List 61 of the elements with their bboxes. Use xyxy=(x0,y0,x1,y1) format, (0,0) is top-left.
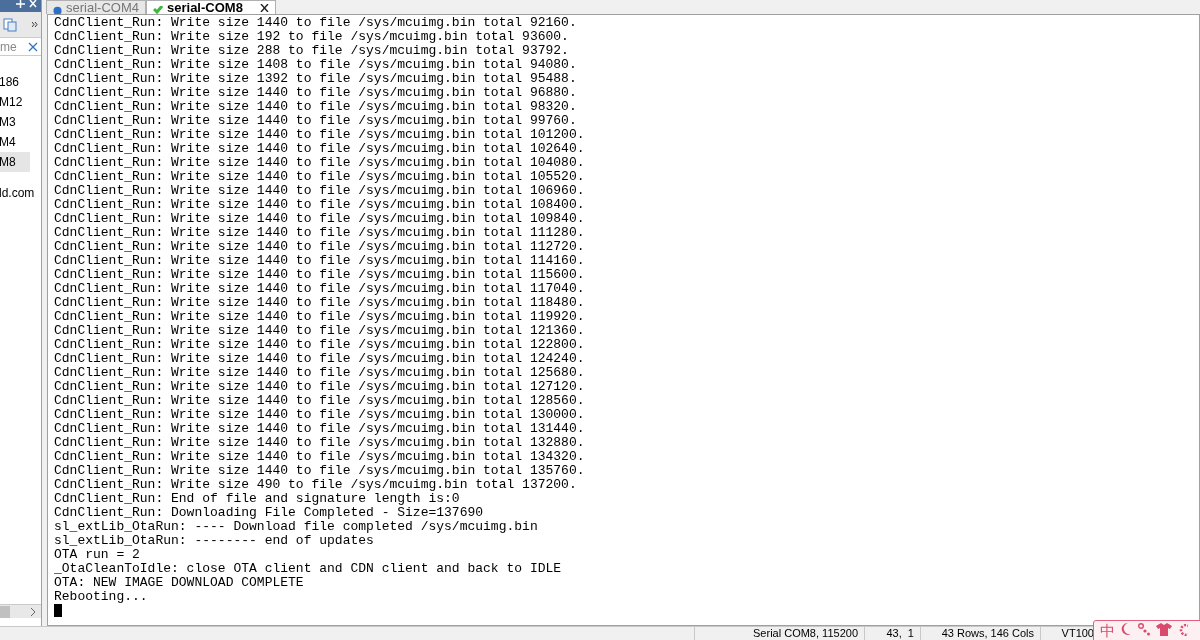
terminal-line: CdnClient_Run: Write size 1440 to file /sys/mcuimg.bin total 102640. xyxy=(54,142,586,156)
terminal-line: CdnClient_Run: Write size 1408 to file /sys/mcuimg.bin total 94080. xyxy=(54,58,578,72)
status-text: 43 Rows, 146 Cols xyxy=(920,627,1040,640)
terminal-line: CdnClient_Run: Write size 1440 to file /sys/mcuimg.bin total 99760. xyxy=(54,114,578,128)
terminal-line: CdnClient_Run: Write size 1440 to file /sys/mcuimg.bin total 96880. xyxy=(54,86,578,100)
terminal-line: CdnClient_Run: Write size 1440 to file /sys/mcuimg.bin total 135760. xyxy=(54,464,586,478)
terminal-line: CdnClient_Run: Write size 1440 to file /sys/mcuimg.bin total 117040. xyxy=(54,282,586,296)
terminal-line: CdnClient_Run: Write size 1440 to file /sys/mcuimg.bin total 105520. xyxy=(54,170,586,184)
terminal-line: CdnClient_Run: End of file and signature length is:0 xyxy=(54,492,461,506)
terminal-line: CdnClient_Run: Downloading File Completed - Size=137690 xyxy=(54,506,485,520)
terminal-line: CdnClient_Run: Write size 1440 to file /sys/mcuimg.bin total 108400. xyxy=(54,198,586,212)
status-text: 43, 1 xyxy=(864,627,920,640)
terminal-line: OTA run = 2 xyxy=(54,548,141,562)
terminal-line: CdnClient_Run: Write size 1440 to file /sys/mcuimg.bin total 119920. xyxy=(54,310,586,324)
text-cursor xyxy=(54,604,62,617)
terminal-line: sl_extLib_OtaRun: ---- Download file completed /sys/mcuimg.bin xyxy=(54,520,539,534)
terminal-line: CdnClient_Run: Write size 1440 to file /sys/mcuimg.bin total 131440. xyxy=(54,422,586,436)
terminal-line: CdnClient_Run: Write size 1440 to file /sys/mcuimg.bin total 109840. xyxy=(54,212,586,226)
status-text: Serial COM8, 115200 xyxy=(694,627,864,640)
terminal-line: CdnClient_Run: Write size 1440 to file /sys/mcuimg.bin total 134320. xyxy=(54,450,586,464)
terminal-line: Rebooting... xyxy=(54,590,149,604)
terminal-line: CdnClient_Run: Write size 490 to file /sys/mcuimg.bin total 137200. xyxy=(54,478,578,492)
terminal-line: CdnClient_Run: Write size 1440 to file /sys/mcuimg.bin total 121360. xyxy=(54,324,586,338)
terminal-line: CdnClient_Run: Write size 1440 to file /sys/mcuimg.bin total 111280. xyxy=(54,226,586,240)
terminal-line: CdnClient_Run: Write size 1440 to file /sys/mcuimg.bin total 122800. xyxy=(54,338,586,352)
terminal-line: CdnClient_Run: Write size 1440 to file /sys/mcuimg.bin total 98320. xyxy=(54,100,578,114)
terminal-line: CdnClient_Run: Write size 192 to file /sys/mcuimg.bin total 93600. xyxy=(54,30,570,44)
tab[interactable]: serial-COM4 xyxy=(46,0,146,14)
scrollbar-thumb[interactable] xyxy=(0,605,10,618)
shirt-icon[interactable] xyxy=(1156,622,1172,636)
terminal-line: CdnClient_Run: Write size 1440 to file /sys/mcuimg.bin total 112720. xyxy=(54,240,586,254)
terminal-line: CdnClient_Run: Write size 1440 to file /sys/mcuimg.bin total 92160. xyxy=(54,16,578,30)
terminal-line: sl_extLib_OtaRun: -------- end of updates xyxy=(54,534,375,548)
terminal-line: CdnClient_Run: Write size 1440 to file /sys/mcuimg.bin total 124240. xyxy=(54,352,586,366)
session-item[interactable]: M8 xyxy=(0,152,30,172)
terminal-line: CdnClient_Run: Write size 1440 to file /sys/mcuimg.bin total 104080. xyxy=(54,156,586,170)
terminal-line: CdnClient_Run: Write size 1440 to file /sys/mcuimg.bin total 106960. xyxy=(54,184,586,198)
terminal-line: OTA: NEW IMAGE DOWNLOAD COMPLETE xyxy=(54,576,305,590)
terminal-line: _OtaCleanToIdle: close OTA client and CDN client and back to IDLE xyxy=(54,562,563,576)
dots-icon[interactable] xyxy=(1138,622,1150,636)
search-value: me xyxy=(0,38,17,56)
pin-icon[interactable] xyxy=(16,0,25,8)
terminal-line: CdnClient_Run: Write size 1440 to file /sys/mcuimg.bin total 125680. xyxy=(54,366,586,380)
input-mode-toggle[interactable]: 中 xyxy=(1100,622,1115,640)
tab[interactable]: serial-COM8 xyxy=(146,0,276,14)
terminal-line: CdnClient_Run: Write size 1440 to file /sys/mcuimg.bin total 118480. xyxy=(54,296,586,310)
close-icon[interactable] xyxy=(260,4,269,12)
terminal-line: CdnClient_Run: Write size 1440 to file /sys/mcuimg.bin total 130000. xyxy=(54,408,586,422)
terminal-line: CdnClient_Run: Write size 288 to file /sys/mcuimg.bin total 93792. xyxy=(54,44,570,58)
copy-icon[interactable] xyxy=(3,17,17,32)
check-icon xyxy=(153,6,163,14)
terminal-line: CdnClient_Run: Write size 1440 to file /sys/mcuimg.bin total 127120. xyxy=(54,380,586,394)
terminal-line: CdnClient_Run: Write size 1440 to file /sys/mcuimg.bin total 132880. xyxy=(54,436,586,450)
terminal-line: CdnClient_Run: Write size 1440 to file /sys/mcuimg.bin total 114160. xyxy=(54,254,586,268)
chevron-icon[interactable] xyxy=(32,22,38,27)
terminal-line: CdnClient_Run: Write size 1440 to file /sys/mcuimg.bin total 115600. xyxy=(54,268,586,282)
moon-icon[interactable] xyxy=(1121,622,1132,636)
link[interactable]: ld.com xyxy=(0,184,41,202)
terminal-line: CdnClient_Run: Write size 1440 to file /sys/mcuimg.bin total 128560. xyxy=(54,394,586,408)
terminal-line: CdnClient_Run: Write size 1392 to file /sys/mcuimg.bin total 95488. xyxy=(54,72,578,86)
terminal-line: CdnClient_Run: Write size 1440 to file /sys/mcuimg.bin total 101200. xyxy=(54,128,586,142)
